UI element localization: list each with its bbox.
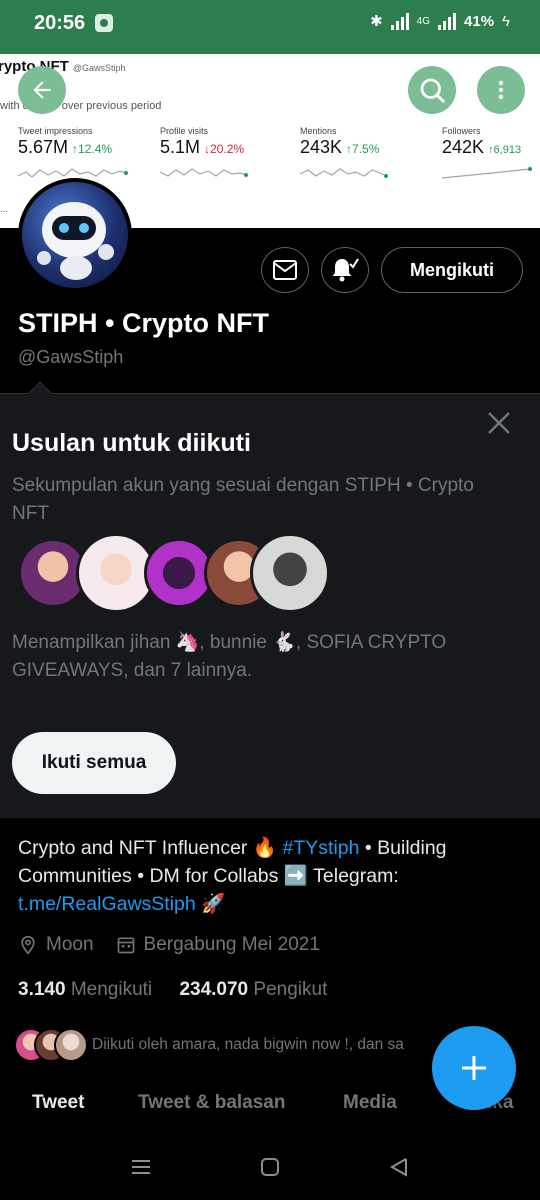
bluetooth-icon: ✱ xyxy=(370,13,383,30)
profile-name: STIPH • Crypto NFT xyxy=(18,308,269,338)
status-time: 20:56 xyxy=(34,12,86,34)
followed-by[interactable]: Diikuti oleh amara, nada bigwin now !, d… xyxy=(14,1026,444,1064)
metric-followers: Followers 242K ↑6,913 xyxy=(442,126,540,182)
suggestions-description: Sekumpulan akun yang sesuai dengan STIPH… xyxy=(12,475,474,524)
robot-avatar-art xyxy=(37,202,114,280)
joined-text: Bergabung Mei 2021 xyxy=(143,934,320,955)
back-button[interactable] xyxy=(18,66,66,114)
metric-mentions: Mentions 243K ↑7.5% xyxy=(300,126,430,182)
notifications-button[interactable] xyxy=(321,247,369,293)
panel-caret xyxy=(28,381,52,405)
location-icon xyxy=(21,935,35,955)
profile-handle: @GawsStiph xyxy=(18,347,124,367)
sparkline xyxy=(160,168,248,177)
compose-tweet-button[interactable] xyxy=(432,1026,516,1110)
status-bar: 20:56 ✱ 4G 41% ϟ xyxy=(0,0,540,46)
bell-check-icon xyxy=(332,258,359,282)
profile-bio: Crypto and NFT Influencer 🔥 #TYstiph • B… xyxy=(18,837,447,915)
sparkline xyxy=(442,167,532,179)
profile-meta: Moon Bergabung Mei 2021 xyxy=(18,934,320,956)
profile-avatar[interactable] xyxy=(18,178,132,292)
signal-icon-2 xyxy=(438,12,457,30)
followers-count[interactable]: 234.070 Pengikut xyxy=(179,979,327,1000)
more-vertical-icon xyxy=(498,80,504,100)
close-icon xyxy=(488,412,510,434)
tab-tweet-replies[interactable]: Tweet & balasan xyxy=(138,1092,285,1114)
suggestions-title: Usulan untuk diikuti xyxy=(12,429,251,457)
suggested-avatars[interactable] xyxy=(18,533,338,619)
calendar-icon xyxy=(117,937,134,954)
suggestions-panel: Usulan untuk diikuti Sekumpulan akun yan… xyxy=(0,381,540,818)
plus-icon xyxy=(462,1056,486,1080)
follower-avatar xyxy=(54,1028,88,1062)
network-type: 4G xyxy=(416,15,431,27)
following-button[interactable]: Mengikuti xyxy=(381,247,523,293)
search-icon xyxy=(420,78,445,103)
metric-profile-visits: Profile visits 5.1M ↓20.2% xyxy=(160,126,290,182)
tab-media[interactable]: Media xyxy=(343,1092,397,1114)
tab-tweet[interactable]: Tweet xyxy=(32,1092,84,1114)
battery-level: 41% xyxy=(464,12,495,30)
followed-by-text: Diikuti oleh amara, nada bigwin now !, d… xyxy=(92,1036,404,1053)
banner-title: rypto NFT @GawsStiph xyxy=(0,58,126,75)
suggestions-summary: Menampilkan jihan 🦄, bunnie 🐇, SOFIA CRY… xyxy=(12,632,447,681)
following-count[interactable]: 3.140 Mengikuti xyxy=(18,979,152,1000)
envelope-icon xyxy=(273,260,297,280)
recent-apps-icon[interactable] xyxy=(130,1156,152,1178)
search-button[interactable] xyxy=(408,66,456,114)
signal-icon xyxy=(390,12,409,30)
avatar-image xyxy=(22,182,128,288)
follow-counts: 3.140 Mengikuti 234.070 Pengikut xyxy=(18,979,327,1001)
metric-impressions: Tweet impressions 5.67M ↑12.4% xyxy=(18,126,148,182)
app-notification-icon xyxy=(95,14,113,32)
location-text: Moon xyxy=(46,934,94,955)
status-strip xyxy=(0,46,540,54)
close-suggestions-button[interactable] xyxy=(484,408,514,438)
status-icons: ✱ 4G 41% ϟ xyxy=(370,12,510,30)
arrow-left-icon xyxy=(33,81,51,99)
more-button[interactable] xyxy=(477,66,525,114)
sparkline xyxy=(300,168,388,178)
charging-icon: ϟ xyxy=(502,12,510,30)
back-nav-icon[interactable] xyxy=(388,1156,410,1178)
home-icon[interactable] xyxy=(259,1156,281,1178)
message-button[interactable] xyxy=(261,247,309,293)
banner-ellipsis: ... xyxy=(0,204,9,215)
system-nav-bar xyxy=(0,1136,540,1200)
follow-all-button[interactable]: Ikuti semua xyxy=(12,732,176,794)
hashtag-link[interactable]: #TYstiph xyxy=(283,837,360,859)
telegram-link[interactable]: t.me/RealGawsStiph xyxy=(18,893,196,915)
suggested-avatar[interactable] xyxy=(250,533,330,613)
